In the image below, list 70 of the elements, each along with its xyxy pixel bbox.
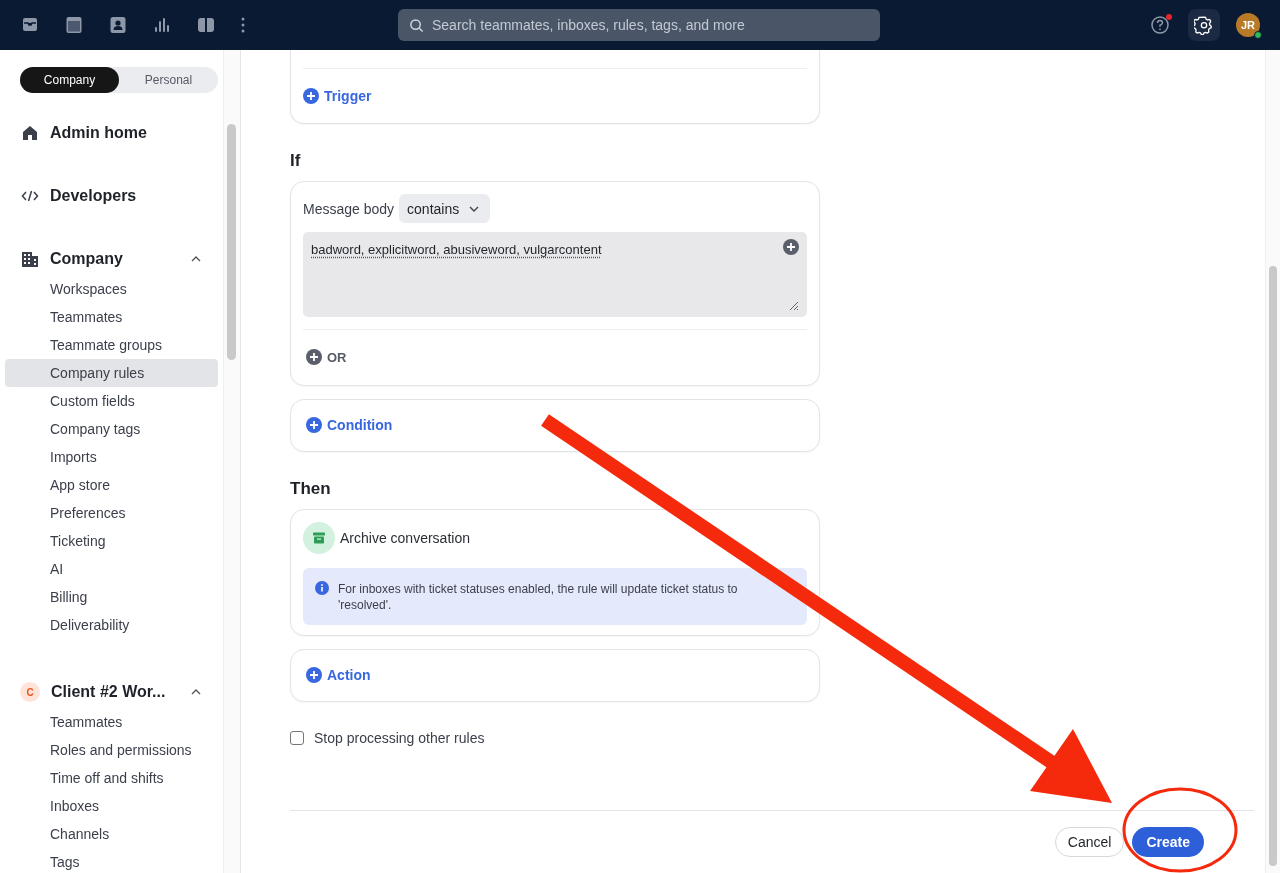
section-title: Client #2 Wor... xyxy=(51,683,167,701)
sidebar-item[interactable]: Workspaces xyxy=(5,275,218,303)
sidebar-section-header[interactable]: Developers xyxy=(5,186,218,206)
info-text: For inboxes with ticket statuses enabled, the rule will update ticket status to 'resolved'. xyxy=(338,581,739,613)
scope-tab[interactable]: Company xyxy=(20,67,119,93)
sidebar-item[interactable]: Roles and permissions xyxy=(5,736,218,764)
sidebar-item[interactable]: Deliverability xyxy=(5,611,218,639)
keywords-textarea[interactable]: badword, explicitword, abusiveword, vulgarcontent xyxy=(303,232,807,317)
scrollbar[interactable] xyxy=(223,50,241,873)
scrollbar-thumb[interactable] xyxy=(227,124,236,360)
sidebar-item[interactable]: Billing xyxy=(5,583,218,611)
section-heading: Then xyxy=(290,479,332,499)
checkbox-label: Stop processing other rules xyxy=(314,730,485,746)
section-title: Company xyxy=(50,250,124,268)
home-icon xyxy=(21,124,39,142)
scrollbar[interactable] xyxy=(1265,50,1280,873)
operator-dropdown[interactable]: contains xyxy=(399,194,491,223)
sidebar-item[interactable]: Preferences xyxy=(5,499,218,527)
sidebar-item[interactable]: Imports xyxy=(5,443,218,471)
sidebar-item[interactable]: Teammate groups xyxy=(5,331,218,359)
add-trigger-link[interactable]: Trigger xyxy=(303,88,372,104)
sidebar-item[interactable]: Company tags xyxy=(5,415,218,443)
sidebar-item[interactable]: Teammates xyxy=(5,708,218,736)
building-icon xyxy=(21,250,39,268)
plus-icon xyxy=(303,88,319,104)
more-icon[interactable] xyxy=(240,15,246,35)
sidebar-item[interactable]: Tags xyxy=(5,848,218,873)
resize-handle-icon[interactable] xyxy=(787,299,799,311)
bar-chart-icon[interactable] xyxy=(152,15,172,35)
search-icon xyxy=(409,18,424,33)
sidebar-item[interactable]: Inboxes xyxy=(5,792,218,820)
sidebar-item[interactable]: Teammates xyxy=(5,303,218,331)
checkbox[interactable] xyxy=(290,731,304,745)
scope-tab[interactable]: Personal xyxy=(119,67,218,93)
info-icon xyxy=(315,581,329,595)
sidebar-section-header[interactable]: Admin home xyxy=(5,123,218,143)
create-button[interactable]: Create xyxy=(1132,827,1204,857)
sidebar-item[interactable]: App store xyxy=(5,471,218,499)
sidebar-section-header[interactable]: Company xyxy=(5,249,218,269)
search-field[interactable]: Search teammates, inboxes, rules, tags, and more xyxy=(398,9,880,41)
contact-icon[interactable] xyxy=(108,15,128,35)
section-title: Developers xyxy=(50,187,138,205)
section-title: Admin home xyxy=(50,124,148,142)
plus-icon xyxy=(306,667,322,683)
action-label: Archive conversation xyxy=(340,530,470,546)
sidebar-item[interactable]: Time off and shifts xyxy=(5,764,218,792)
section-heading: If xyxy=(290,151,302,171)
sidebar-item[interactable]: Ticketing xyxy=(5,527,218,555)
calendar-icon[interactable] xyxy=(64,15,84,35)
sidebar-item[interactable]: AI xyxy=(5,555,218,583)
sidebar-section-header[interactable]: C Client #2 Wor... xyxy=(5,682,218,702)
plus-icon[interactable] xyxy=(783,239,799,255)
add-or-button[interactable]: OR xyxy=(303,349,347,365)
archive-icon xyxy=(303,522,335,554)
columns-icon[interactable] xyxy=(196,15,216,35)
scrollbar-thumb[interactable] xyxy=(1269,266,1277,866)
plus-icon xyxy=(306,417,322,433)
add-action-link[interactable]: Action xyxy=(306,667,371,683)
help-icon[interactable] xyxy=(1150,14,1172,36)
condition-field: Message body xyxy=(303,200,395,217)
sidebar-item[interactable]: Channels xyxy=(5,820,218,848)
plus-icon xyxy=(306,349,322,365)
keywords-text: badword, explicitword, abusiveword, vulgarcontent xyxy=(311,242,602,257)
settings-icon[interactable] xyxy=(1188,9,1220,41)
cancel-button[interactable]: Cancel xyxy=(1054,827,1125,857)
sidebar-item[interactable]: Company rules xyxy=(5,359,218,387)
user-avatar[interactable]: JR xyxy=(1236,13,1260,37)
workspace-badge: C xyxy=(20,682,40,702)
sidebar-item[interactable]: Custom fields xyxy=(5,387,218,415)
add-condition-link[interactable]: Condition xyxy=(306,417,393,433)
